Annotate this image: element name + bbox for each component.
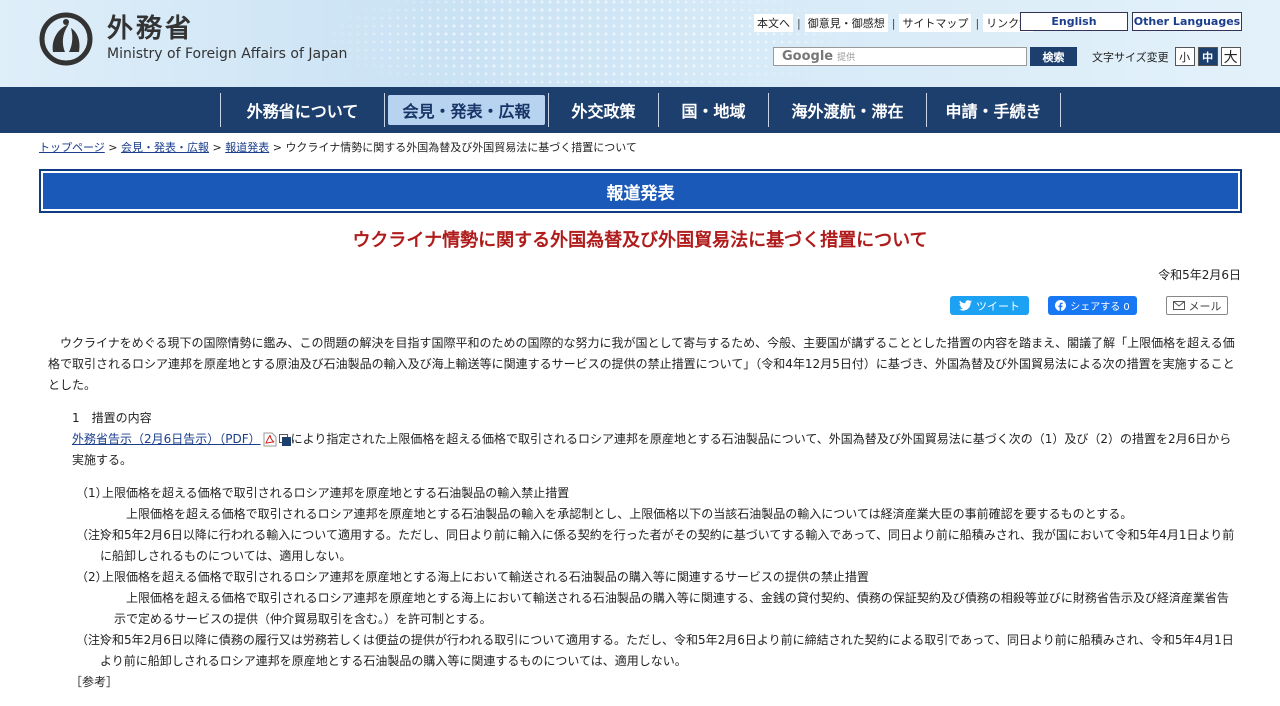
- item-body: 上限価格を超える価格で取引されるロシア連邦を原産地とする石油製品の輸入を承認制と…: [126, 507, 1133, 521]
- item-label: （1）: [76, 486, 108, 500]
- item-heading: 上限価格を超える価格で取引されるロシア連邦を原産地とする海上において輸送される石…: [102, 570, 869, 584]
- nav-item-label: 外交政策: [571, 102, 636, 121]
- sitemap-link[interactable]: サイトマップ: [899, 14, 972, 32]
- mofa-emblem-icon: [39, 12, 93, 66]
- skip-to-content-link[interactable]: 本文へ: [754, 14, 793, 32]
- breadcrumb-link-press[interactable]: 会見・発表・広報: [121, 141, 209, 154]
- font-size-switcher: 文字サイズ変更 小 中 大: [1092, 47, 1241, 66]
- font-size-small-button[interactable]: 小: [1174, 47, 1195, 66]
- logo-title-en: Ministry of Foreign Affairs of Japan: [107, 46, 348, 62]
- note-1: （注） 令和5年2月6日以降に行われる輸入について適用する。ただし、同日より前に…: [48, 525, 1238, 567]
- item-body: 上限価格を超える価格で取引されるロシア連邦を原産地とする海上において輸送される石…: [114, 591, 1229, 626]
- publish-date: 令和5年2月6日: [1158, 268, 1241, 282]
- mail-share-label: メール: [1188, 299, 1222, 313]
- envelope-icon: [1172, 301, 1185, 310]
- facebook-share-button[interactable]: シェアする 0: [1048, 296, 1137, 315]
- search-brand-sub: 提供: [837, 53, 856, 63]
- search-input[interactable]: Google 提供: [773, 47, 1027, 66]
- nav-item-label: 会見・発表・広報: [388, 95, 545, 125]
- reference-heading: ［参考］: [70, 675, 119, 689]
- note-2: （注） 令和5年2月6日以降に債務の履行又は労務若しくは便益の提供が行われる取引…: [48, 630, 1238, 672]
- search-form: Google 提供 検索: [773, 47, 1077, 66]
- link-separator: |: [975, 16, 980, 30]
- nav-item-label: 海外渡航・滞在: [791, 102, 904, 121]
- utility-links: 本文へ | 御意見・御感想 | サイトマップ | リンク集: [754, 14, 1034, 32]
- logo-title-jp: 外務省: [107, 14, 195, 44]
- font-size-label: 文字サイズ変更: [1092, 50, 1169, 64]
- tweet-label: ツイート: [976, 299, 1020, 313]
- nav-item-policy[interactable]: 外交政策: [549, 93, 659, 127]
- measure-item-1: （1） 上限価格を超える価格で取引されるロシア連邦を原産地とする石油製品の輸入禁…: [48, 483, 1238, 525]
- facebook-icon: [1055, 300, 1067, 311]
- search-button[interactable]: 検索: [1030, 47, 1077, 66]
- twitter-bird-icon: [959, 300, 972, 311]
- mail-share-button[interactable]: メール: [1166, 296, 1228, 315]
- breadcrumb: トップページ > 会見・発表・広報 > 報道発表 > ウクライナ情勢に関する外国…: [39, 139, 637, 155]
- site-header: 外務省 Ministry of Foreign Affairs of Japan…: [0, 0, 1280, 87]
- nav-item-press[interactable]: 会見・発表・広報: [385, 93, 549, 127]
- measure-item-2: （2） 上限価格を超える価格で取引されるロシア連邦を原産地とする海上において輸送…: [48, 567, 1238, 630]
- section-measures: 1 措置の内容 外務省告示（2月6日告示）（PDF） により指定された上限価格を超…: [48, 408, 1238, 471]
- note-text: 令和5年2月6日以降に債務の履行又は労務若しくは便益の提供が行われる取引について…: [100, 633, 1234, 668]
- font-size-medium-button[interactable]: 中: [1197, 47, 1218, 66]
- pdf-icon: [263, 432, 277, 447]
- item-label: （2）: [76, 570, 108, 584]
- item-heading: 上限価格を超える価格で取引されるロシア連邦を原産地とする石油製品の輸入禁止措置: [102, 486, 570, 500]
- link-separator: |: [891, 16, 896, 30]
- nav-item-label: 国・地域: [681, 102, 746, 121]
- intro-paragraph: ウクライナをめぐる現下の国際情勢に鑑み、この問題の解決を目指す国際平和のための国…: [48, 336, 1235, 392]
- nav-item-about[interactable]: 外務省について: [221, 93, 385, 127]
- font-size-large-button[interactable]: 大: [1220, 47, 1241, 66]
- note-label: （注）: [76, 633, 113, 647]
- section-heading: 1 措置の内容: [72, 411, 152, 425]
- note-label: （注）: [76, 528, 113, 542]
- breadcrumb-separator: >: [212, 141, 222, 154]
- article-body: ウクライナをめぐる現下の国際情勢に鑑み、この問題の解決を目指す国際平和のための国…: [48, 333, 1238, 693]
- other-languages-button[interactable]: Other Languages: [1132, 12, 1242, 31]
- nav-item-label: 外務省について: [246, 102, 359, 121]
- nav-item-regions[interactable]: 国・地域: [659, 93, 769, 127]
- note-text: 令和5年2月6日以降に行われる輸入について適用する。ただし、同日より前に輸入に係…: [100, 528, 1235, 563]
- new-window-icon: [278, 433, 291, 446]
- link-separator: |: [797, 16, 801, 30]
- breadcrumb-link-top[interactable]: トップページ: [39, 141, 105, 154]
- section-banner: 報道発表: [39, 169, 1242, 213]
- breadcrumb-separator: >: [108, 141, 118, 154]
- search-brand: Google: [782, 49, 834, 64]
- nav-item-label: 申請・手続き: [945, 102, 1042, 121]
- notice-pdf-link[interactable]: 外務省告示（2月6日告示）（PDF）: [72, 432, 261, 446]
- site-logo[interactable]: 外務省 Ministry of Foreign Affairs of Japan: [39, 12, 347, 66]
- english-button[interactable]: English: [1020, 12, 1128, 31]
- tweet-button[interactable]: ツイート: [950, 296, 1029, 315]
- nav-item-applications[interactable]: 申請・手続き: [927, 93, 1061, 127]
- measure-reference-paragraph: 外務省告示（2月6日告示）（PDF） により指定された上限価格を超える価格で取引さ…: [72, 429, 1238, 471]
- breadcrumb-current: ウクライナ情勢に関する外国為替及び外国貿易法に基づく措置について: [285, 141, 637, 154]
- breadcrumb-separator: >: [272, 141, 282, 154]
- nav-item-travel[interactable]: 海外渡航・滞在: [769, 93, 927, 127]
- feedback-link[interactable]: 御意見・御感想: [804, 14, 888, 32]
- global-nav: 外務省について 会見・発表・広報 外交政策 国・地域 海外渡航・滞在 申請・手続…: [0, 87, 1280, 133]
- breadcrumb-link-release[interactable]: 報道発表: [225, 141, 269, 154]
- page-title: ウクライナ情勢に関する外国為替及び外国貿易法に基づく措置について: [352, 230, 928, 251]
- facebook-share-label: シェアする 0: [1070, 302, 1130, 313]
